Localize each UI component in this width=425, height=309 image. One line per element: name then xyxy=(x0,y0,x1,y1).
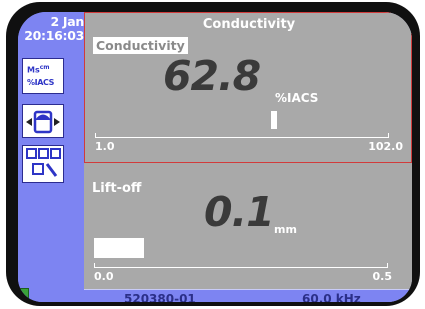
scale-tick-min xyxy=(95,133,96,138)
display-layout-button[interactable] xyxy=(22,145,64,183)
display-layout-icon xyxy=(26,148,61,177)
frequency: 60.0 kHz xyxy=(302,292,361,302)
liftoff-scale xyxy=(94,267,388,268)
date-text: 2 Jan xyxy=(50,14,84,29)
conductivity-scale xyxy=(95,137,389,138)
scale-tick-max xyxy=(387,263,388,268)
conductivity-value: 62.8 xyxy=(163,52,261,100)
time-text: 20:16:03 xyxy=(24,28,84,43)
conductivity-marker xyxy=(271,111,278,129)
instrument-screen: 2 Jan 20:16:03 Mscm %IACS Conductivity C… xyxy=(18,12,412,302)
liftoff-scale-min: 0.0 xyxy=(94,270,114,283)
liftoff-label: Lift-off xyxy=(92,181,142,196)
liftoff-bar xyxy=(94,238,144,258)
scale-tick-min xyxy=(94,263,95,268)
conductivity-unit: %IACS xyxy=(275,91,319,105)
scale-tick-max xyxy=(388,133,389,138)
liftoff-panel[interactable]: Lift-off 0.1 mm 0.0 0.5 xyxy=(84,163,412,289)
probe-id: 520380-01 xyxy=(124,292,196,302)
conductivity-scale-max: 102.0 xyxy=(368,140,403,153)
conductivity-panel[interactable]: Conductivity Conductivity 62.8 %IACS 1.0… xyxy=(84,12,412,163)
liftoff-scale-max: 0.5 xyxy=(372,270,393,283)
units-iacs-label: %IACS xyxy=(27,78,54,87)
measurement-area: Conductivity Conductivity 62.8 %IACS 1.0… xyxy=(84,12,412,302)
units-button[interactable]: Mscm %IACS xyxy=(22,58,64,94)
status-bar: 520380-01 60.0 kHz xyxy=(84,289,412,302)
device-bezel: 2 Jan 20:16:03 Mscm %IACS Conductivity C… xyxy=(6,2,420,306)
date-time: 2 Jan 20:16:03 xyxy=(18,15,84,43)
units-ms-label: Mscm xyxy=(27,64,50,75)
probe-balance-icon xyxy=(26,110,60,134)
battery-icon xyxy=(20,288,29,300)
sidebar: 2 Jan 20:16:03 Mscm %IACS xyxy=(18,12,84,302)
liftoff-unit: mm xyxy=(274,223,297,236)
probe-balance-button[interactable] xyxy=(22,104,64,138)
panel-header: Conductivity xyxy=(202,17,296,32)
liftoff-value: 0.1 xyxy=(204,188,275,236)
conductivity-scale-min: 1.0 xyxy=(95,140,115,153)
